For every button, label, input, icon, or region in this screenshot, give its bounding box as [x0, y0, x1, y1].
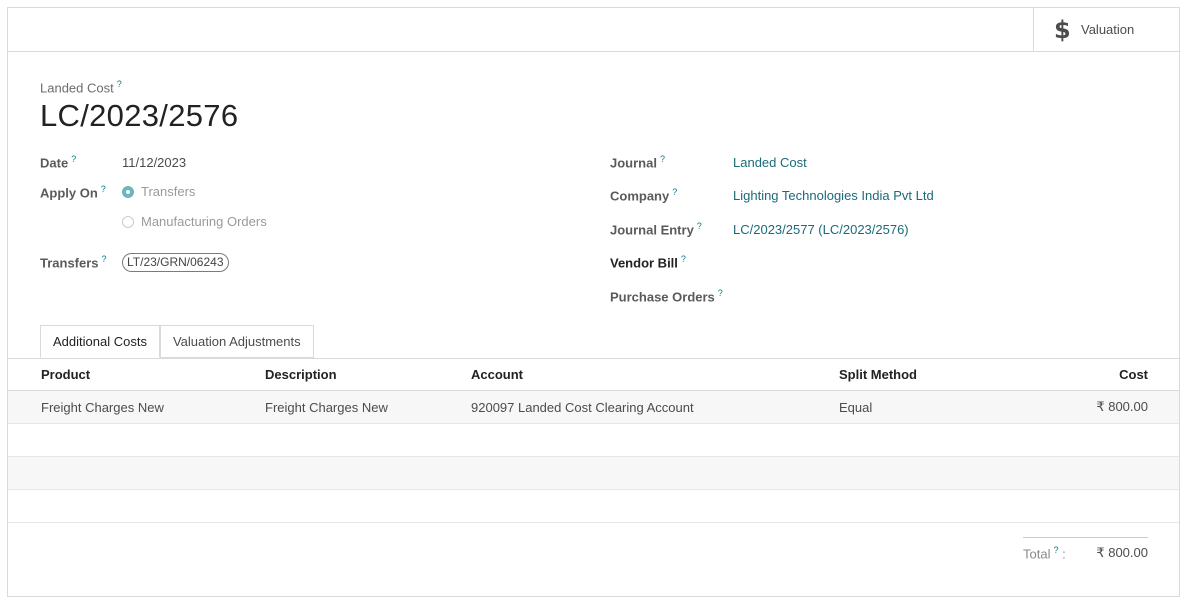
- table-row[interactable]: Freight Charges New Freight Charges New …: [8, 390, 1179, 424]
- help-icon[interactable]: ?: [102, 254, 107, 264]
- total-label: Total? :: [1023, 545, 1066, 562]
- help-icon[interactable]: ?: [660, 154, 665, 164]
- radio-transfers[interactable]: Transfers: [122, 184, 195, 199]
- help-icon[interactable]: ?: [71, 154, 76, 164]
- valuation-button[interactable]: $ Valuation: [1033, 8, 1179, 51]
- help-icon[interactable]: ?: [718, 288, 723, 298]
- button-box: $ Valuation: [8, 8, 1179, 52]
- help-icon[interactable]: ?: [1053, 545, 1058, 555]
- radio-label: Transfers: [141, 184, 196, 199]
- record-title: LC/2023/2576: [40, 98, 239, 133]
- total-value: ₹ 800.00: [1096, 545, 1148, 560]
- help-icon[interactable]: ?: [681, 254, 686, 264]
- date-field[interactable]: 11/12/2023: [122, 155, 186, 170]
- table-header-row: Product Description Account Split Method…: [8, 359, 1179, 391]
- vendor-bill-label: Vendor Bill?: [610, 254, 686, 271]
- cell-description[interactable]: Freight Charges New: [265, 390, 471, 424]
- apply-on-label: Apply On?: [40, 184, 106, 201]
- transfers-label: Transfers?: [40, 254, 107, 271]
- journal-link[interactable]: Landed Cost: [733, 155, 807, 170]
- cell-cost[interactable]: ₹ 800.00: [1019, 390, 1179, 424]
- radio-checked-icon: [122, 185, 134, 198]
- radio-unchecked-icon: [122, 215, 134, 228]
- help-icon[interactable]: ?: [117, 79, 122, 89]
- date-label: Date?: [40, 154, 77, 171]
- radio-manufacturing-orders[interactable]: Manufacturing Orders: [122, 214, 267, 229]
- company-link[interactable]: Lighting Technologies India Pvt Ltd: [733, 188, 934, 203]
- valuation-label: Valuation: [1081, 22, 1135, 37]
- column-header-product[interactable]: Product: [8, 359, 265, 391]
- cost-lines-table: Product Description Account Split Method…: [8, 359, 1179, 523]
- dollar-icon: $: [1054, 15, 1071, 44]
- column-header-split-method[interactable]: Split Method: [839, 359, 1019, 391]
- tab-valuation-adjustments[interactable]: Valuation Adjustments: [159, 325, 314, 358]
- help-icon[interactable]: ?: [697, 221, 702, 231]
- empty-row: [8, 423, 1179, 457]
- total-divider: [1023, 537, 1148, 538]
- journal-entry-label: Journal Entry?: [610, 221, 702, 238]
- journal-label: Journal?: [610, 154, 665, 171]
- column-header-account[interactable]: Account: [471, 359, 839, 391]
- help-icon[interactable]: ?: [672, 187, 677, 197]
- column-header-description[interactable]: Description: [265, 359, 471, 391]
- tab-additional-costs[interactable]: Additional Costs: [40, 325, 160, 358]
- radio-label: Manufacturing Orders: [141, 214, 267, 229]
- purchase-orders-label: Purchase Orders?: [610, 288, 723, 305]
- notebook-tabs: Additional Costs Valuation Adjustments: [40, 325, 314, 358]
- cell-account[interactable]: 920097 Landed Cost Clearing Account: [471, 390, 839, 424]
- company-label: Company?: [610, 187, 678, 204]
- empty-row: [8, 456, 1179, 490]
- cell-split-method[interactable]: Equal: [839, 390, 1019, 424]
- empty-row: [8, 489, 1179, 523]
- form-view: $ Valuation Landed Cost? LC/2023/2576 Da…: [7, 7, 1180, 597]
- help-icon[interactable]: ?: [101, 184, 106, 194]
- journal-entry-link[interactable]: LC/2023/2577 (LC/2023/2576): [733, 222, 909, 237]
- column-header-cost[interactable]: Cost: [1019, 359, 1179, 391]
- record-type-label: Landed Cost?: [40, 79, 122, 96]
- transfer-tag[interactable]: LT/23/GRN/06243: [122, 253, 229, 272]
- cell-product[interactable]: Freight Charges New: [8, 390, 265, 424]
